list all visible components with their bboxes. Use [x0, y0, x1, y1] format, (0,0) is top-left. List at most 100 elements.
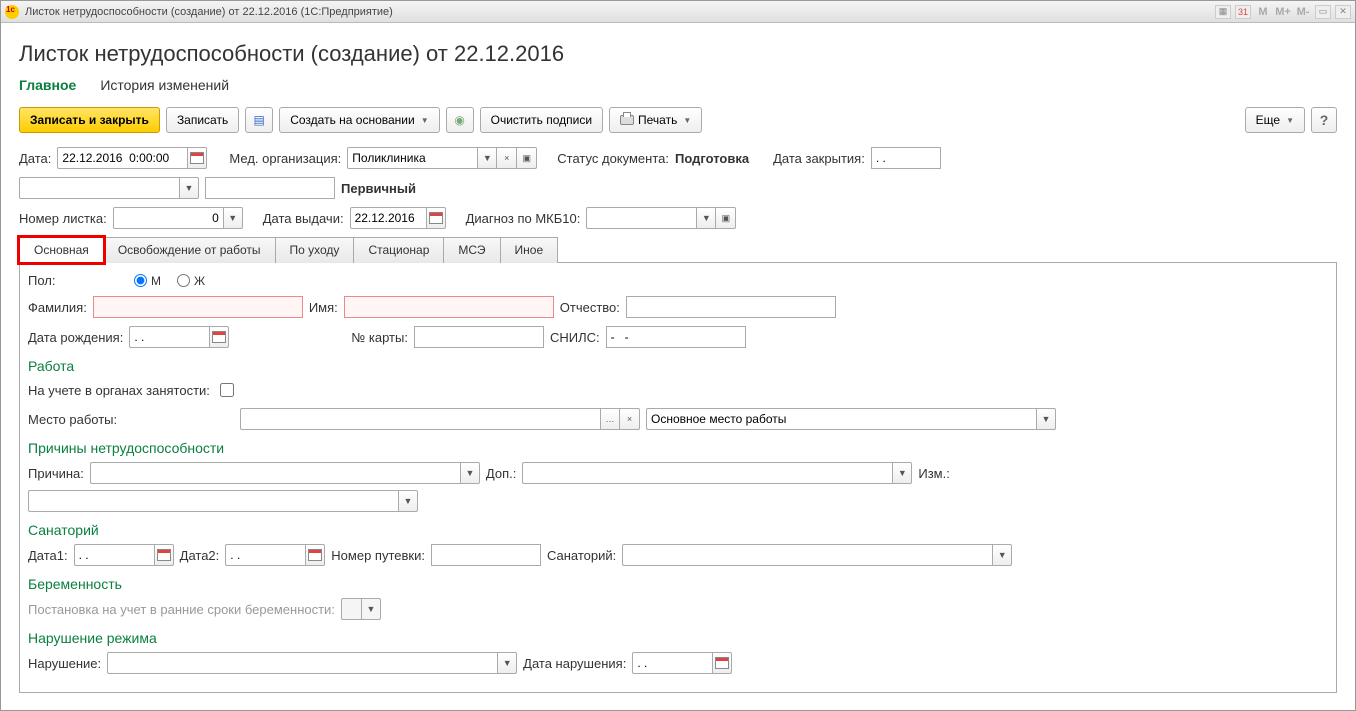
unknown-input-2[interactable]: [205, 177, 335, 199]
save-button[interactable]: Записать: [166, 107, 239, 133]
workplace-type-input[interactable]: [646, 408, 1036, 430]
more-button[interactable]: Еще▼: [1245, 107, 1305, 133]
date1-input[interactable]: [74, 544, 154, 566]
calendar-icon: [157, 549, 171, 561]
clear-sign-button[interactable]: Очистить подписи: [480, 107, 603, 133]
card-input[interactable]: [414, 326, 544, 348]
calendar-button[interactable]: [209, 326, 229, 348]
dop-group: ▼: [522, 462, 912, 484]
dop-input[interactable]: [522, 462, 892, 484]
section-sanatorium: Санаторий: [28, 522, 1328, 538]
clear-button[interactable]: ×: [620, 408, 640, 430]
tab-hospital[interactable]: Стационар: [354, 237, 444, 263]
calc-icon[interactable]: ▦: [1215, 5, 1231, 19]
unknown-select-1: ▼: [19, 177, 199, 199]
dropdown-button[interactable]: ▼: [460, 462, 480, 484]
tab-release[interactable]: Освобождение от работы: [104, 237, 276, 263]
calendar-icon: [190, 152, 204, 164]
section-violation: Нарушение режима: [28, 630, 1328, 646]
medorg-input[interactable]: [347, 147, 477, 169]
calendar-icon[interactable]: 31: [1235, 5, 1251, 19]
pregnancy-label: Постановка на учет в ранние сроки береме…: [28, 602, 335, 617]
calendar-button[interactable]: [426, 207, 446, 229]
calendar-button[interactable]: [712, 652, 732, 674]
sanatorium-label: Санаторий:: [547, 548, 616, 563]
date-input-group: [57, 147, 207, 169]
dropdown-button[interactable]: ▼: [696, 207, 716, 229]
calendar-button[interactable]: [154, 544, 174, 566]
snils-input[interactable]: [606, 326, 746, 348]
status-value: Подготовка: [675, 151, 749, 166]
chevron-down-icon: ▼: [683, 116, 691, 125]
open-button[interactable]: ▣: [517, 147, 537, 169]
help-button[interactable]: ?: [1311, 107, 1337, 133]
dropdown-button[interactable]: ▼: [223, 207, 243, 229]
lastname-input[interactable]: [93, 296, 303, 318]
tab-mse[interactable]: МСЭ: [444, 237, 500, 263]
print-button[interactable]: Печать▼: [609, 107, 702, 133]
mem-mplus-button[interactable]: M+: [1275, 5, 1291, 19]
sanatorium-input[interactable]: [622, 544, 992, 566]
mem-m-button[interactable]: M: [1255, 5, 1271, 19]
create-based-button[interactable]: Создать на основании▼: [279, 107, 439, 133]
dropdown-button[interactable]: ▼: [892, 462, 912, 484]
dropdown-button[interactable]: ▼: [179, 177, 199, 199]
clear-button[interactable]: ×: [497, 147, 517, 169]
patronymic-label: Отчество:: [560, 300, 620, 315]
diag-input[interactable]: [586, 207, 696, 229]
workplace-input[interactable]: [240, 408, 600, 430]
titlebar: Листок нетрудоспособности (создание) от …: [1, 1, 1355, 23]
sanatorium-group: ▼: [622, 544, 1012, 566]
system-buttons: ▦ 31 M M+ M- ▭ ✕: [1215, 5, 1351, 19]
violation-input[interactable]: [107, 652, 497, 674]
dropdown-button[interactable]: ▼: [1036, 408, 1056, 430]
close-button[interactable]: ✕: [1335, 5, 1351, 19]
closedate-input[interactable]: [871, 147, 941, 169]
window-title: Листок нетрудоспособности (создание) от …: [25, 6, 1215, 18]
violation-date-input[interactable]: [632, 652, 712, 674]
issuedate-input[interactable]: [350, 207, 426, 229]
dropdown-button[interactable]: ▼: [477, 147, 497, 169]
dropdown-button[interactable]: ▼: [398, 490, 418, 512]
patronymic-input[interactable]: [626, 296, 836, 318]
sex-m-radio[interactable]: М: [134, 274, 161, 288]
voucher-input[interactable]: [431, 544, 541, 566]
tab-care[interactable]: По уходу: [276, 237, 355, 263]
list-icon-button[interactable]: ▤: [245, 107, 273, 133]
calendar-button[interactable]: [305, 544, 325, 566]
nav-main[interactable]: Главное: [19, 77, 76, 93]
employment-checkbox[interactable]: [220, 383, 234, 397]
voucher-label: Номер путевки:: [331, 548, 425, 563]
chevron-down-icon: ▼: [421, 116, 429, 125]
globe-icon-button[interactable]: ◉: [446, 107, 474, 133]
nav-history[interactable]: История изменений: [100, 77, 229, 93]
firstname-input[interactable]: [344, 296, 554, 318]
open-button[interactable]: ▣: [716, 207, 736, 229]
date-input[interactable]: [57, 147, 187, 169]
select-button[interactable]: …: [600, 408, 620, 430]
sheetnum-input[interactable]: [113, 207, 223, 229]
tab-main[interactable]: Основная: [19, 237, 104, 263]
sheetnum-label: Номер листка:: [19, 211, 107, 226]
save-close-button[interactable]: Записать и закрыть: [19, 107, 160, 133]
dropdown-button[interactable]: ▼: [497, 652, 517, 674]
issuedate-label: Дата выдачи:: [263, 211, 344, 226]
medorg-label: Мед. организация:: [229, 151, 341, 166]
violation-group: ▼: [107, 652, 517, 674]
dropdown-button[interactable]: ▼: [992, 544, 1012, 566]
minimize-button[interactable]: ▭: [1315, 5, 1331, 19]
tab-other[interactable]: Иное: [501, 237, 559, 263]
izm-input[interactable]: [28, 490, 398, 512]
sheetnum-group: ▼: [113, 207, 243, 229]
section-reasons: Причины нетрудоспособности: [28, 440, 1328, 456]
reason-input[interactable]: [90, 462, 460, 484]
workplace-label: Место работы:: [28, 412, 128, 427]
sex-f-radio[interactable]: Ж: [177, 274, 205, 288]
calendar-button[interactable]: [187, 147, 207, 169]
birth-input[interactable]: [129, 326, 209, 348]
date2-input[interactable]: [225, 544, 305, 566]
status-label: Статус документа:: [557, 151, 669, 166]
mem-mminus-button[interactable]: M-: [1295, 5, 1311, 19]
select-input[interactable]: [19, 177, 179, 199]
calendar-icon: [212, 331, 226, 343]
